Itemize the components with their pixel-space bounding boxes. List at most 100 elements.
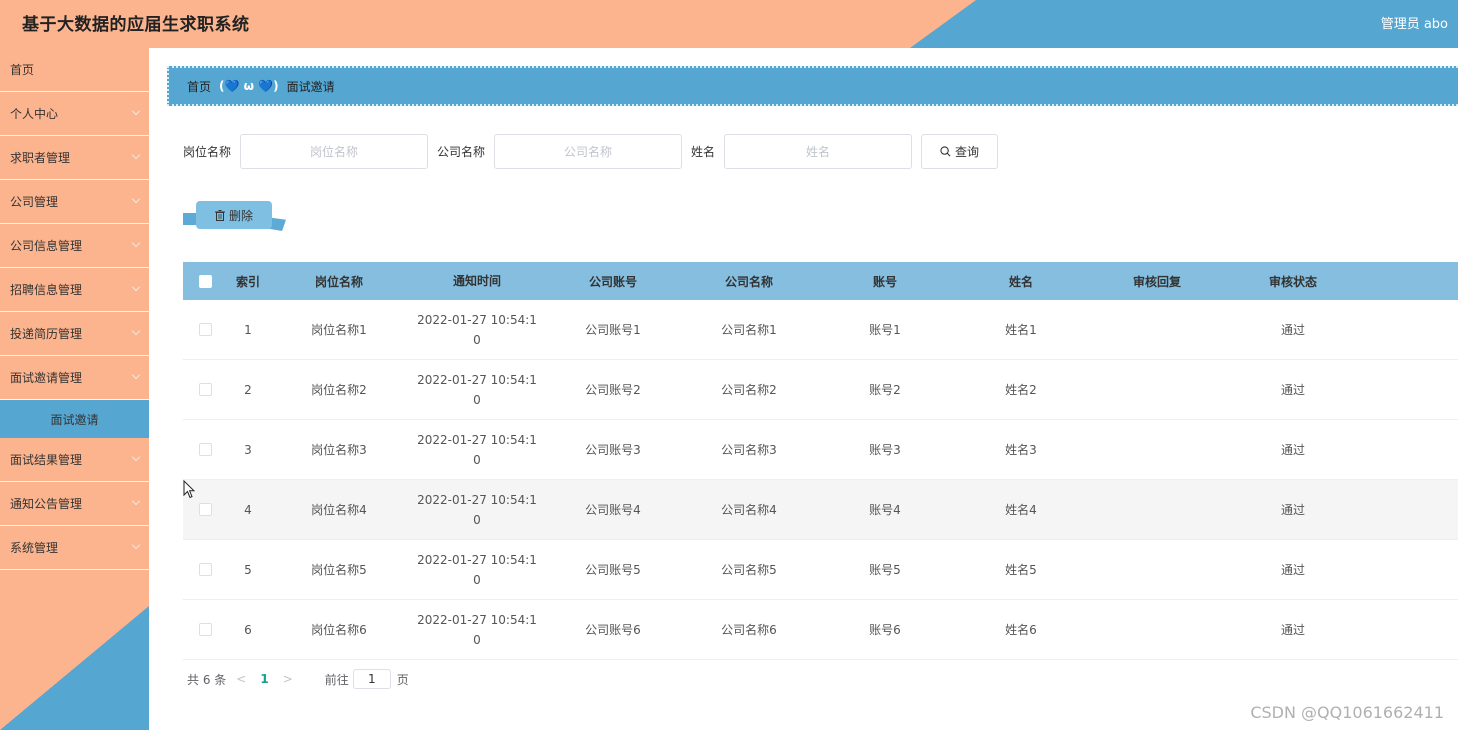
cell-account: 账号2 [869,383,901,397]
cell-company-name: 公司名称6 [721,623,777,637]
breadcrumb-home[interactable]: 首页 [187,78,211,95]
query-button[interactable]: 查询 [921,134,999,169]
company-name-label: 公司名称 [437,145,486,159]
pagination: 共 6 条 < 1 > 前往 页 [187,668,409,690]
page-suffix: 页 [396,672,409,687]
cell-notify-time-line2: 0 [473,332,481,347]
chevron-down-icon [131,540,141,550]
sidebar-item[interactable]: 招聘信息管理 [0,268,149,312]
prev-page-icon[interactable]: < [236,672,246,686]
cell-post-name: 岗位名称6 [311,623,367,637]
post-name-input[interactable] [240,134,429,169]
sidebar-item[interactable]: 首页 [0,48,149,92]
sidebar-item[interactable]: 通知公告管理 [0,482,149,526]
row-checkbox-cell [183,383,227,396]
column-header: 审核回复 [1132,274,1181,289]
row-checkbox[interactable] [198,323,212,336]
cell-company-name: 公司名称3 [721,443,777,457]
sidebar-item-label: 招聘信息管理 [10,283,83,297]
cell-notify-time: 2022-01-27 10:54:1 0 [409,550,545,590]
row-checkbox-cell [183,623,227,636]
cell-name: 姓名4 [1005,503,1037,517]
chevron-down-icon [131,496,141,506]
sidebar-item-label: 公司信息管理 [10,239,83,253]
sidebar-item-label: 系统管理 [10,541,59,555]
cell-operations: 详 [1361,420,1458,479]
table-row[interactable]: 5 岗位名称5 2022-01-27 10:54:1 0 公司账号5 公司名称5 账号5 姓名… [183,540,1458,600]
cell-post-name: 岗位名称5 [311,563,367,577]
row-checkbox[interactable] [198,623,212,636]
page-number-current[interactable]: 1 [260,672,268,686]
table-header: 索引 岗位名称 通知时间 公司账号 公司名称 账号 姓名 审核回复 审核状态 [183,262,1458,300]
cell-account: 账号1 [869,323,901,337]
name-input[interactable] [724,134,913,169]
next-page-icon[interactable]: > [283,672,293,686]
column-header: 姓名 [1008,274,1033,289]
cell-account: 账号3 [869,443,901,457]
sidebar: 首页 个人中心 求职者管理 公司管理 公司信息管理 招聘信息管理 投递简历管理 面试邀请管理 … [0,48,149,730]
cell-index: 3 [244,442,252,457]
cell-index: 6 [244,622,252,637]
table-row[interactable]: 2 岗位名称2 2022-01-27 10:54:1 0 公司账号2 公司名称2 账号2 姓名… [183,360,1458,420]
cell-notify-time-line2: 0 [473,512,481,527]
row-checkbox[interactable] [198,563,212,576]
delete-button-wrap: 删除 [183,201,286,233]
submenu-item-interview-invite[interactable]: 面试邀请 [0,400,149,438]
cell-company-name: 公司名称2 [721,383,777,397]
row-checkbox-cell [183,503,227,516]
table-row[interactable]: 3 岗位名称3 2022-01-27 10:54:1 0 公司账号3 公司名称3 账号3 姓名… [183,420,1458,480]
sidebar-item[interactable]: 公司信息管理 [0,224,149,268]
row-checkbox[interactable] [198,503,212,516]
search-bar: 岗位名称 公司名称 姓名 查询 [183,134,999,169]
select-all-checkbox[interactable] [198,274,212,288]
sidebar-item[interactable]: 投递简历管理 [0,312,149,356]
row-checkbox-cell [183,443,227,456]
watermark: CSDN @QQ1061662411 [1250,703,1444,722]
goto-page-input[interactable] [352,669,391,689]
table-row[interactable]: 4 岗位名称4 2022-01-27 10:54:1 0 公司账号4 公司名称4 账号4 姓名… [183,480,1458,540]
cell-name: 姓名3 [1005,443,1037,457]
sidebar-item-label: 首页 [10,63,35,77]
cell-review-status: 通过 [1280,443,1305,457]
sidebar-item[interactable]: 个人中心 [0,92,149,136]
post-name-label: 岗位名称 [183,145,232,159]
cell-notify-time-line1: 2022-01-27 10:54:1 [417,432,537,447]
sidebar-item[interactable]: 求职者管理 [0,136,149,180]
sidebar-item[interactable]: 公司管理 [0,180,149,224]
sidebar-item[interactable]: 面试邀请管理 [0,356,149,400]
cell-name: 姓名5 [1005,563,1037,577]
cell-index: 4 [244,502,252,517]
chevron-down-icon [131,150,141,160]
app-title: 基于大数据的应届生求职系统 [22,15,250,35]
cell-review-status: 通过 [1280,563,1305,577]
column-header: 账号 [872,274,897,289]
cell-index: 1 [244,322,252,337]
cell-notify-time: 2022-01-27 10:54:1 0 [409,310,545,350]
chevron-down-icon [131,194,141,204]
table-row[interactable]: 6 岗位名称6 2022-01-27 10:54:1 0 公司账号6 公司名称6 账号6 姓名… [183,600,1458,660]
cell-company-name: 公司名称4 [721,503,777,517]
sidebar-item-label: 公司管理 [10,195,59,209]
row-checkbox[interactable] [198,383,212,396]
column-header: 岗位名称 [314,274,363,289]
column-header: 索引 [235,274,260,289]
cell-company-account: 公司账号4 [585,503,641,517]
table-row[interactable]: 1 岗位名称1 2022-01-27 10:54:1 0 公司账号1 公司名称1 账号1 姓名… [183,300,1458,360]
row-checkbox[interactable] [198,443,212,456]
sidebar-item[interactable]: 面试结果管理 [0,438,149,482]
chevron-down-icon [131,326,141,336]
chevron-down-icon [131,452,141,462]
cell-company-account: 公司账号2 [585,383,641,397]
cell-operations: 详 [1361,300,1458,359]
cell-notify-time-line2: 0 [473,392,481,407]
user-info[interactable]: 管理员 abo [1381,13,1448,32]
company-name-input[interactable] [494,134,683,169]
delete-button[interactable]: 删除 [196,201,272,229]
cell-notify-time-line2: 0 [473,632,481,647]
cell-notify-time-line2: 0 [473,452,481,467]
query-button-label: 查询 [955,145,980,159]
chevron-down-icon [131,282,141,292]
cell-review-status: 通过 [1280,503,1305,517]
cell-notify-time-line1: 2022-01-27 10:54:1 [417,492,537,507]
sidebar-item[interactable]: 系统管理 [0,526,149,570]
